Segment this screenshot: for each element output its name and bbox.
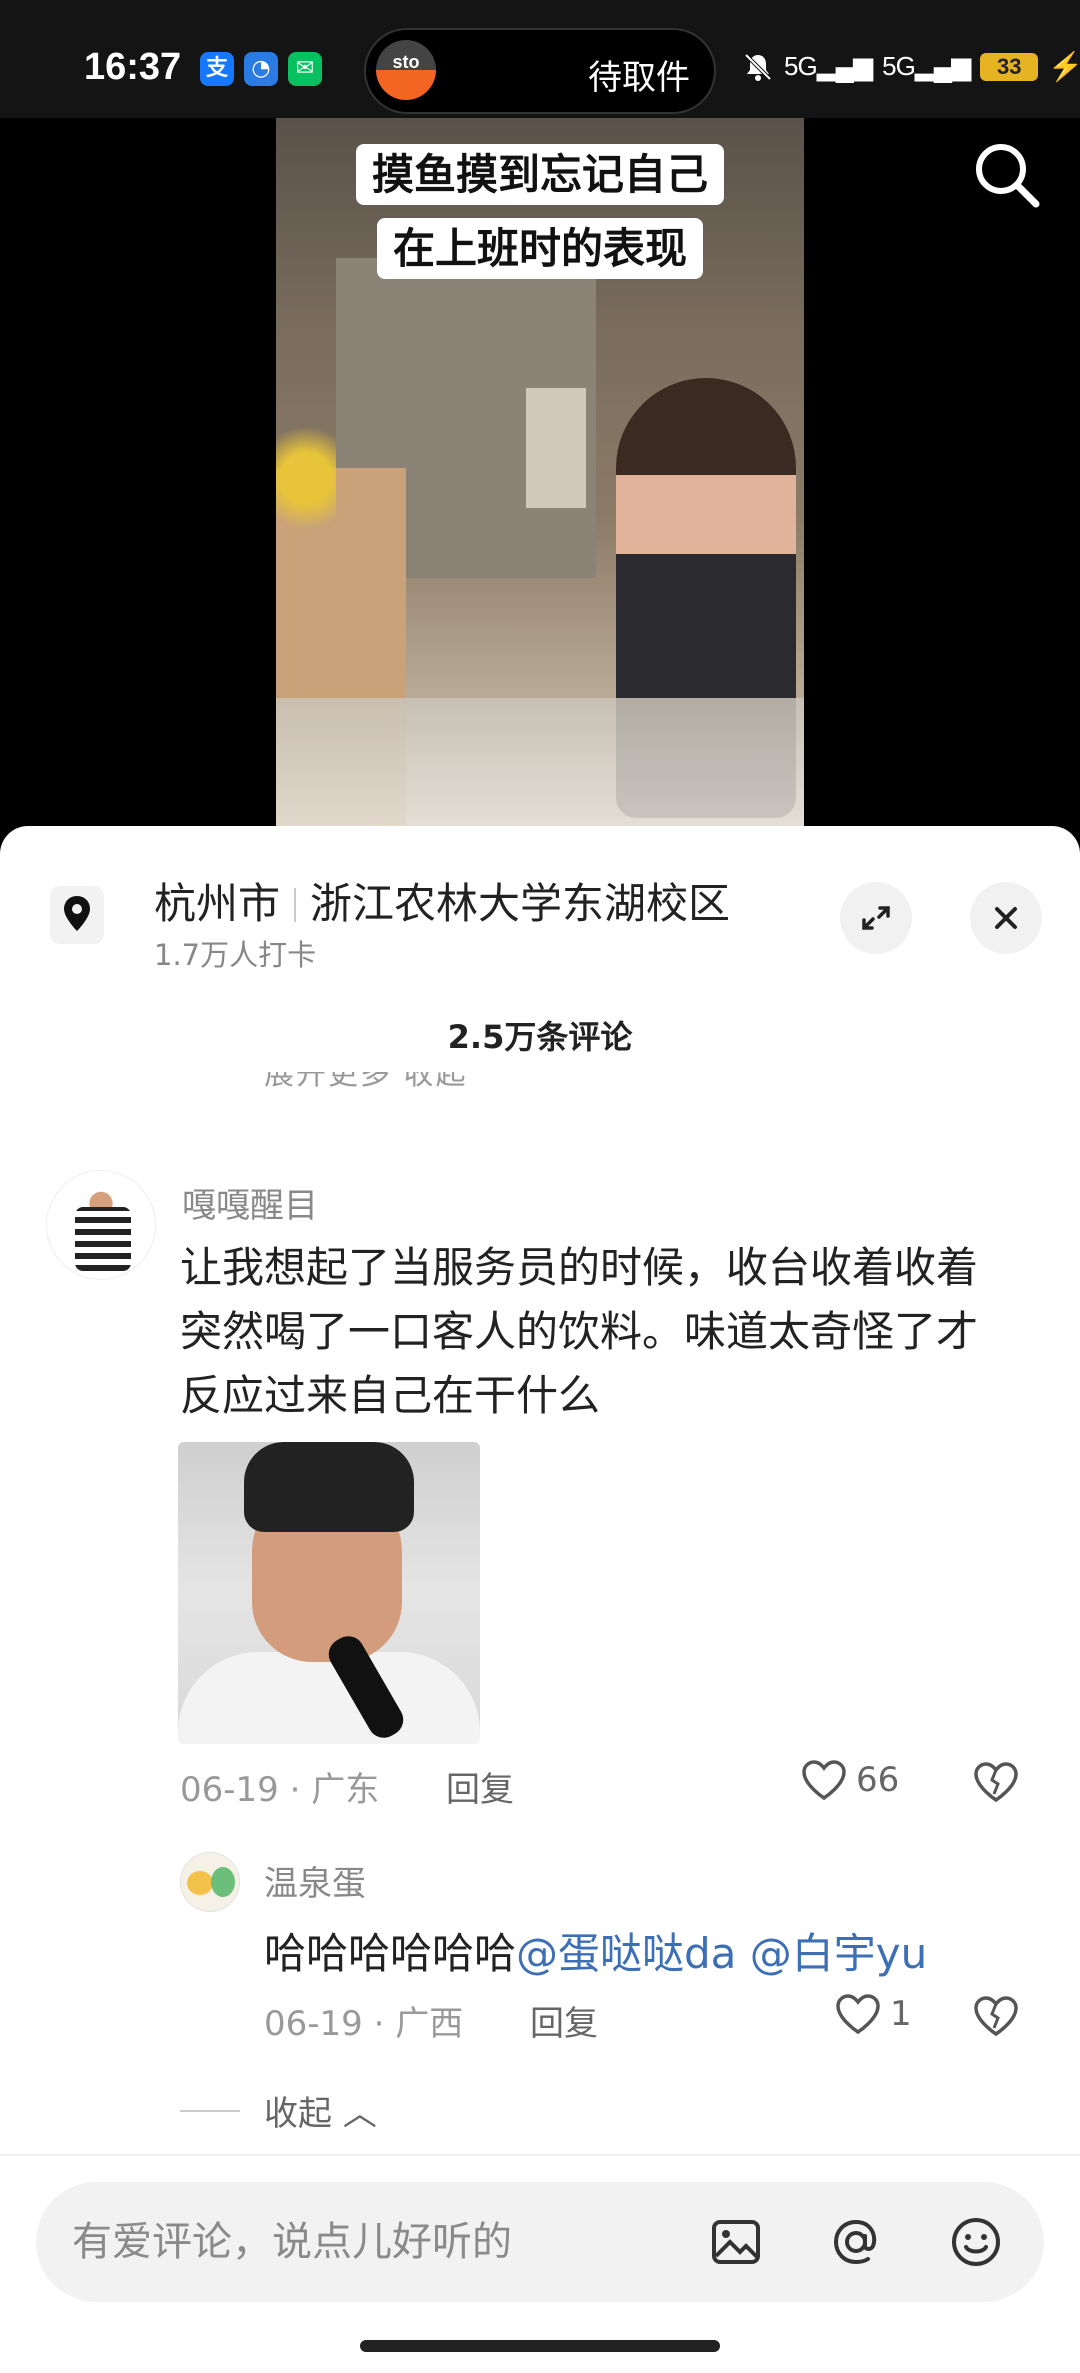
avatar-figure [75,1207,131,1271]
emoji-icon[interactable] [946,2212,1006,2272]
reply-reply-button[interactable]: 回复 [530,1996,598,2045]
pill-status-text: 待取件 [588,58,690,98]
dynamic-island-pill[interactable]: sto 待取件 [364,28,716,114]
collapse-replies-button[interactable]: 收起 ︿ [180,2086,377,2135]
close-icon [995,907,1017,929]
comment-sheet: 杭州市 浙江农林大学东湖校区 1.7万人打卡 2.5万条评论 展开更多 收起 嘎嘎… [0,826,1080,2373]
mention-link-1[interactable]: @蛋哒哒da [516,1929,736,1978]
signal-1-icon: 5G▂▄▆ [784,51,873,81]
status-indicators: 5G▂▄▆ 5G▂▄▆ 33 ⚡ [742,50,1080,83]
broken-heart-icon[interactable] [972,1760,1020,1804]
at-mention-icon[interactable] [826,2212,886,2272]
comment-count: 2.5万条评论 [447,1018,633,1056]
heart-icon [802,1760,846,1801]
expand-icon [862,906,890,930]
image-hair [244,1442,414,1532]
search-icon[interactable] [970,138,1044,212]
location-pin-icon [50,886,104,944]
video-scene-shelf [526,388,586,508]
wechat-icon: ✉ [288,52,322,86]
video-scene-counter [276,698,804,838]
video-scene-flowers [276,398,336,558]
input-divider [0,2154,1080,2156]
reply-text: 哈哈哈哈哈哈@蛋哒哒da @白宇yu [264,1920,927,1981]
sto-express-logo-icon: sto [376,40,436,100]
location-title[interactable]: 杭州市 浙江农林大学东湖校区 [154,870,730,931]
avatar[interactable] [46,1170,156,1280]
reply-meta: 06-19 · 广西 [264,2004,464,2044]
video-player[interactable]: 摸鱼摸到忘记自己 在上班时的表现 [0,118,1080,838]
location-separator [294,888,297,922]
comment-meta: 06-19 · 广东 [180,1770,380,1810]
close-button[interactable] [970,882,1042,954]
like-button[interactable]: 66 [800,1758,899,1802]
location-city: 杭州市 [154,879,281,928]
heart-icon [836,1994,880,2035]
status-bar: 16:37 支 ◔ ✉ sto 待取件 5G▂▄▆ 5G▂▄▆ 33 ⚡ [0,0,1080,118]
alipay-icon: 支 [200,52,234,86]
caption-line-1: 摸鱼摸到忘记自己 [355,144,724,205]
comment-text: 让我想起了当服务员的时候，收台收着收着突然喝了一口客人的饮料。味道太奇怪了才反应… [180,1243,979,1420]
chevron-up-icon: ︿ [342,2094,377,2134]
reply-like-count: 1 [890,1994,912,2034]
signal-2-label: 5G [882,51,916,81]
comment-input-bar[interactable] [36,2182,1044,2302]
video-caption: 摸鱼摸到忘记自己 在上班时的表现 [338,138,742,286]
image-shirt [178,1652,480,1744]
bell-off-icon [744,53,772,81]
caption-line-2: 在上班时的表现 [376,218,703,279]
signal-2-icon: 5G▂▄▆ [882,51,971,81]
comment-username[interactable]: 嘎嘎醒目 [182,1178,318,1227]
avatar-egg-green [211,1867,235,1897]
location-checkins: 1.7万人打卡 [154,938,317,972]
broken-heart-icon[interactable] [972,1994,1020,2038]
mention-link-2[interactable]: @白宇yu [750,1929,927,1978]
signal-1-label: 5G [784,51,818,81]
battery-icon: 33 [980,52,1039,81]
location-place: 浙江农林大学东湖校区 [310,879,731,928]
avatar-egg-yellow [187,1871,213,1895]
comment-image[interactable] [178,1442,480,1744]
charging-icon: ⚡ [1048,51,1080,82]
browser-icon: ◔ [244,52,278,86]
reply-button[interactable]: 回复 [446,1762,514,1811]
comment-input[interactable] [72,2182,692,2302]
reply-username[interactable]: 温泉蛋 [264,1856,366,1905]
expand-button[interactable] [840,882,912,954]
home-indicator[interactable] [360,2340,720,2352]
reply-avatar[interactable] [180,1852,240,1912]
collapse-label: 收起 ︿ [264,2086,377,2135]
status-time: 16:37 [84,46,182,88]
reply-text-plain: 哈哈哈哈哈哈 [264,1929,517,1978]
reply-like-button[interactable]: 1 [834,1992,912,2036]
collapse-label-text: 收起 [264,2094,332,2134]
like-count: 66 [856,1760,900,1800]
image-picker-icon[interactable] [706,2212,766,2272]
collapse-divider [180,2109,240,2112]
previous-thread-controls[interactable]: 展开更多 收起 [264,1072,468,1094]
